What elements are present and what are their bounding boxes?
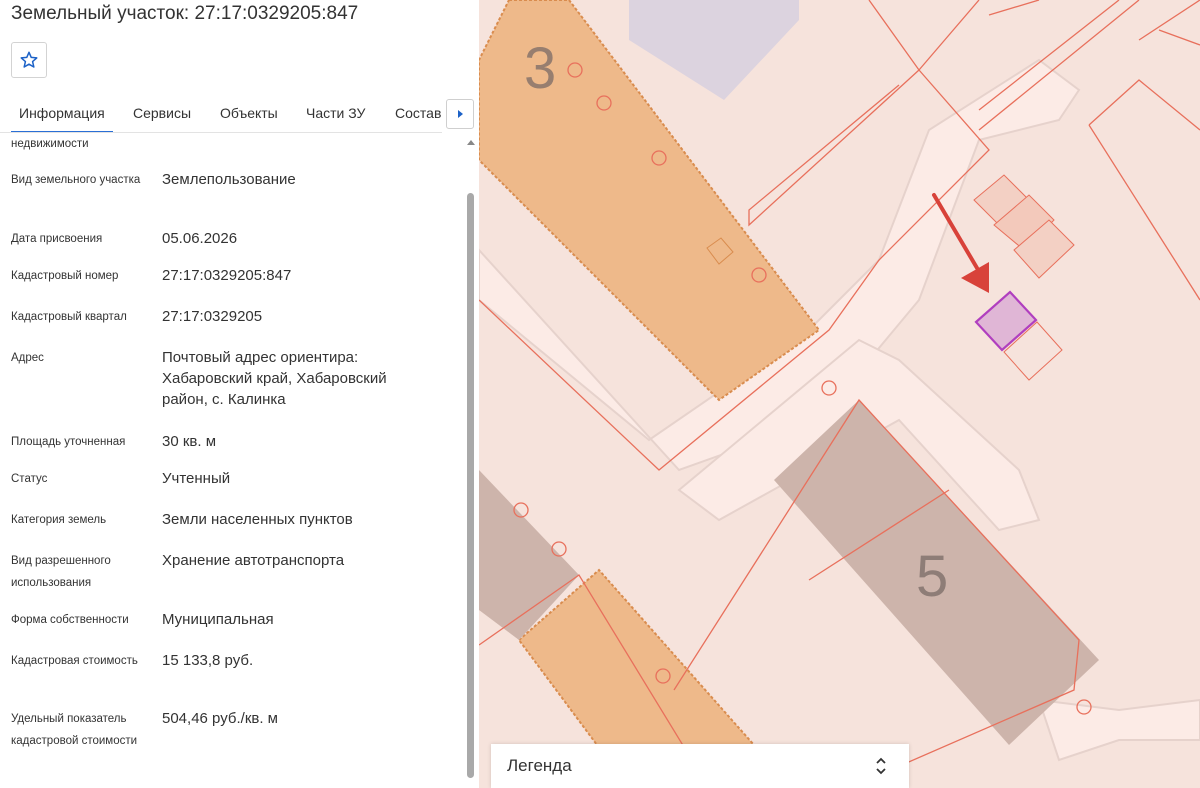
field-label: Форма собственности — [11, 614, 129, 626]
field-value: 05.06.2026 — [162, 230, 238, 247]
field-label: Удельный показатель кадастровой стоимост… — [11, 713, 138, 747]
field-label: Адрес — [11, 352, 44, 364]
field-value: Землепользование — [162, 171, 296, 188]
scroll-up-arrow[interactable] — [467, 140, 475, 145]
tab-services[interactable]: Сервисы — [133, 105, 191, 121]
page-title: Земельный участок: 27:17:0329205:847 — [11, 3, 359, 24]
building-label-5: 5 — [916, 544, 948, 609]
tab-information[interactable]: Информация — [11, 105, 113, 132]
field-label: Кадастровая стоимость — [11, 655, 138, 667]
field-value: Земли населенных пунктов — [162, 511, 353, 528]
field-value: Муниципальная — [162, 611, 274, 628]
chevron-updown-icon[interactable] — [873, 754, 889, 778]
legend-label: Легенда — [507, 756, 572, 775]
field-label: Площадь уточненная — [11, 436, 126, 448]
field-value: Почтовый адрес ориентира: Хабаровский кр… — [162, 349, 387, 408]
field-value: 504,46 руб./кв. м — [162, 710, 278, 727]
field-value: Хранение автотранспорта — [162, 552, 345, 569]
field-label: Кадастровый номер — [11, 270, 119, 282]
tab-objects[interactable]: Объекты — [220, 105, 278, 121]
field-label: Кадастровый квартал — [11, 311, 127, 323]
star-icon — [20, 51, 38, 68]
panel-scrollbar[interactable] — [464, 136, 476, 786]
field-value: Учтенный — [162, 470, 231, 487]
tab-land-parts[interactable]: Части ЗУ — [306, 105, 365, 121]
favorite-button[interactable] — [11, 42, 47, 78]
field-label: Категория земель — [11, 514, 107, 526]
scrollbar-thumb[interactable] — [467, 193, 474, 778]
map-canvas[interactable]: 3 5 — [479, 0, 1200, 788]
field-value: 27:17:0329205:847 — [162, 267, 292, 284]
field-label: Вид земельного участка — [11, 174, 141, 186]
cadastral-map[interactable]: 3 5 — [479, 0, 1200, 788]
chevron-right-icon — [457, 110, 463, 118]
property-details: недвижимости Вид земельного участка Земл… — [0, 133, 462, 788]
legend-bar[interactable]: Легенда — [491, 744, 909, 788]
field-label: недвижимости — [11, 138, 89, 150]
field-label: Вид разрешенного использования — [11, 555, 111, 589]
field-value: 27:17:0329205 — [162, 308, 263, 325]
tabs-scroll-right-button[interactable] — [446, 99, 474, 129]
building-label-3: 3 — [524, 36, 556, 101]
tab-composition[interactable]: Состав — [395, 105, 441, 121]
field-value: 15 133,8 руб. — [162, 652, 254, 669]
field-label: Дата присвоения — [11, 233, 103, 245]
field-label: Статус — [11, 473, 48, 485]
tab-bar: Информация Сервисы Объекты Части ЗУ Сост… — [0, 92, 442, 133]
field-value: 30 кв. м — [162, 433, 217, 450]
info-panel: Земельный участок: 27:17:0329205:847 Инф… — [0, 0, 478, 788]
